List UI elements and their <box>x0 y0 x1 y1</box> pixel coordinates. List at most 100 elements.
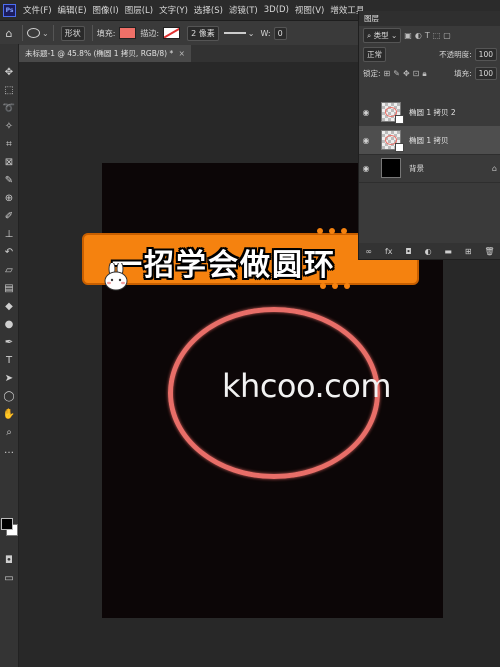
smart-object-filter-icon[interactable]: ▢ <box>443 31 451 40</box>
layer-name[interactable]: 椭圆 1 拷贝 <box>409 135 449 146</box>
quick-mask-icon[interactable]: ◘ <box>2 554 16 568</box>
menu-select[interactable]: 选择(S) <box>191 4 226 16</box>
menu-filter[interactable]: 滤镜(T) <box>226 4 261 16</box>
pen-tool-icon[interactable]: ✒ <box>2 336 16 350</box>
brush-tool-icon[interactable]: ✐ <box>2 210 16 224</box>
visibility-eye-icon[interactable]: ◉ <box>359 164 373 173</box>
stroke-style-select[interactable] <box>223 32 246 34</box>
banner-title: 一招学会做圆环 <box>112 248 336 283</box>
filter-kind-label: 类型 <box>373 31 389 40</box>
adjustment-layer-icon[interactable]: ◐ <box>425 247 432 256</box>
layer-name[interactable]: 背景 <box>409 163 424 174</box>
menu-edit[interactable]: 编辑(E) <box>55 4 90 16</box>
shape-mode-select[interactable]: 形状 <box>60 25 85 41</box>
stroke-color-swatch[interactable] <box>163 27 181 39</box>
lock-transparency-icon[interactable]: ⊞ <box>384 69 391 78</box>
pixel-filter-icon[interactable]: ▣ <box>404 31 412 40</box>
screen-mode-icon[interactable]: ▭ <box>2 572 16 586</box>
menu-type[interactable]: 文字(Y) <box>156 4 191 16</box>
opacity-input[interactable]: 100 <box>474 48 497 61</box>
blend-mode-select[interactable]: 正常 <box>363 47 386 62</box>
visibility-eye-icon[interactable]: ◉ <box>359 136 373 145</box>
stroke-width-input[interactable]: 2 像素 <box>187 25 219 41</box>
fill-label: 填充: <box>454 69 472 78</box>
layer-style-icon[interactable]: fx <box>385 247 393 256</box>
stamp-tool-icon[interactable]: ⊥ <box>2 228 16 242</box>
layer-row[interactable]: ◉ 椭圆 1 拷贝 2 <box>359 98 500 127</box>
fill-input[interactable]: 100 <box>474 67 497 80</box>
home-icon[interactable]: ⌂ <box>0 27 18 40</box>
new-layer-icon[interactable]: ⊞ <box>465 247 472 256</box>
lock-all-icon[interactable]: 🔒︎ <box>422 69 426 79</box>
add-mask-icon[interactable]: ◘ <box>405 247 411 256</box>
chevron-down-icon: ⌄ <box>42 28 49 38</box>
menu-layer[interactable]: 图层(L) <box>122 4 156 16</box>
layer-thumbnail <box>381 130 404 152</box>
search-icon: ⌕ <box>367 31 372 40</box>
shape-filter-icon[interactable]: ⬚ <box>433 31 441 40</box>
layers-panel: 图层 ⌕ 类型 ⌄ ▣ ◐ T ⬚ ▢ 正常 不透明度: 100 锁定: ⊞ ✎… <box>358 11 500 260</box>
visibility-eye-icon[interactable]: ◉ <box>359 108 373 117</box>
new-group-icon[interactable]: ▬ <box>444 247 452 256</box>
type-filter-icon[interactable]: T <box>425 31 430 40</box>
zoom-tool-icon[interactable]: ⌕ <box>2 426 16 440</box>
link-layers-icon[interactable]: ∞ <box>365 247 372 256</box>
chevron-down-icon[interactable]: ⌄ <box>248 29 255 38</box>
layer-row-selected[interactable]: ◉ 椭圆 1 拷贝 <box>359 126 500 155</box>
layer-name[interactable]: 椭圆 1 拷贝 2 <box>409 107 456 118</box>
layers-panel-title[interactable]: 图层 <box>364 13 379 24</box>
move-tool-icon[interactable]: ✥ <box>2 66 16 80</box>
lock-position-icon[interactable]: ✥ <box>403 69 410 78</box>
blur-tool-icon[interactable]: ◆ <box>2 300 16 314</box>
type-tool-icon[interactable]: T <box>2 354 16 368</box>
watermark-text: khcoo.com <box>222 367 392 405</box>
blend-row: 正常 不透明度: 100 <box>359 45 500 64</box>
menu-view[interactable]: 视图(V) <box>292 4 327 16</box>
lasso-tool-icon[interactable]: ➰ <box>2 102 16 116</box>
adjustment-filter-icon[interactable]: ◐ <box>415 31 422 40</box>
magic-wand-icon[interactable]: ✧ <box>2 120 16 134</box>
layer-filter-row: ⌕ 类型 ⌄ ▣ ◐ T ⬚ ▢ <box>359 26 500 45</box>
tools-panel: ✥ ⬚ ➰ ✧ ⌗ ⊠ ✎ ⊕ ✐ ⊥ ↶ ▱ ▤ ◆ ● ✒ T ➤ ◯ ✋ … <box>0 44 19 667</box>
lock-artboard-icon[interactable]: ⊡ <box>413 69 420 78</box>
layers-panel-header[interactable]: 图层 <box>359 11 500 26</box>
marquee-tool-icon[interactable]: ⬚ <box>2 84 16 98</box>
hand-tool-icon[interactable]: ✋ <box>2 408 16 422</box>
menu-file[interactable]: 文件(F) <box>20 4 55 16</box>
lock-pixels-icon[interactable]: ✎ <box>393 69 400 78</box>
layer-row[interactable]: ◉ 背景 ⌂ <box>359 154 500 183</box>
delete-layer-icon[interactable]: 🗑︎ <box>484 247 494 256</box>
foreground-color-swatch[interactable] <box>1 518 13 530</box>
eyedropper-icon[interactable]: ✎ <box>2 174 16 188</box>
stroke-label: 描边: <box>140 28 160 38</box>
layer-filter-select[interactable]: ⌕ 类型 ⌄ <box>363 28 402 43</box>
close-icon[interactable]: × <box>179 49 185 58</box>
eraser-tool-icon[interactable]: ▱ <box>2 264 16 278</box>
ellipse-icon <box>27 28 40 38</box>
dodge-tool-icon[interactable]: ● <box>2 318 16 332</box>
fill-color-swatch[interactable] <box>119 27 137 39</box>
ellipse-tool-icon[interactable]: ◯ <box>2 390 16 404</box>
banner-dots-bottom <box>320 283 356 289</box>
path-select-icon[interactable]: ➤ <box>2 372 16 386</box>
lock-row: 锁定: ⊞ ✎ ✥ ⊡ 🔒︎ 填充: 100 <box>359 64 500 83</box>
ellipse-tool-preset[interactable]: ⌄ <box>27 28 49 38</box>
history-brush-icon[interactable]: ↶ <box>2 246 16 260</box>
crop-tool-icon[interactable]: ⌗ <box>2 138 16 152</box>
document-tab-bar: 未标题-1 @ 45.8% (椭圆 1 拷贝, RGB/8) * × <box>19 45 359 62</box>
menu-image[interactable]: 图像(I) <box>90 4 122 16</box>
layer-thumbnail <box>381 158 401 178</box>
menu-3d[interactable]: 3D(D) <box>261 5 292 15</box>
divider <box>91 25 93 41</box>
opacity-label: 不透明度: <box>439 50 472 59</box>
document-tab[interactable]: 未标题-1 @ 45.8% (椭圆 1 拷贝, RGB/8) * × <box>19 45 191 62</box>
gradient-tool-icon[interactable]: ▤ <box>2 282 16 296</box>
fill-label: 填充: <box>96 28 116 38</box>
frame-tool-icon[interactable]: ⊠ <box>2 156 16 170</box>
banner-dots-top <box>317 228 357 234</box>
width-input[interactable]: 0 <box>273 26 287 40</box>
more-tools-icon[interactable]: … <box>2 444 16 458</box>
healing-brush-icon[interactable]: ⊕ <box>2 192 16 206</box>
layer-thumbnail <box>381 102 404 124</box>
divider <box>52 25 54 41</box>
